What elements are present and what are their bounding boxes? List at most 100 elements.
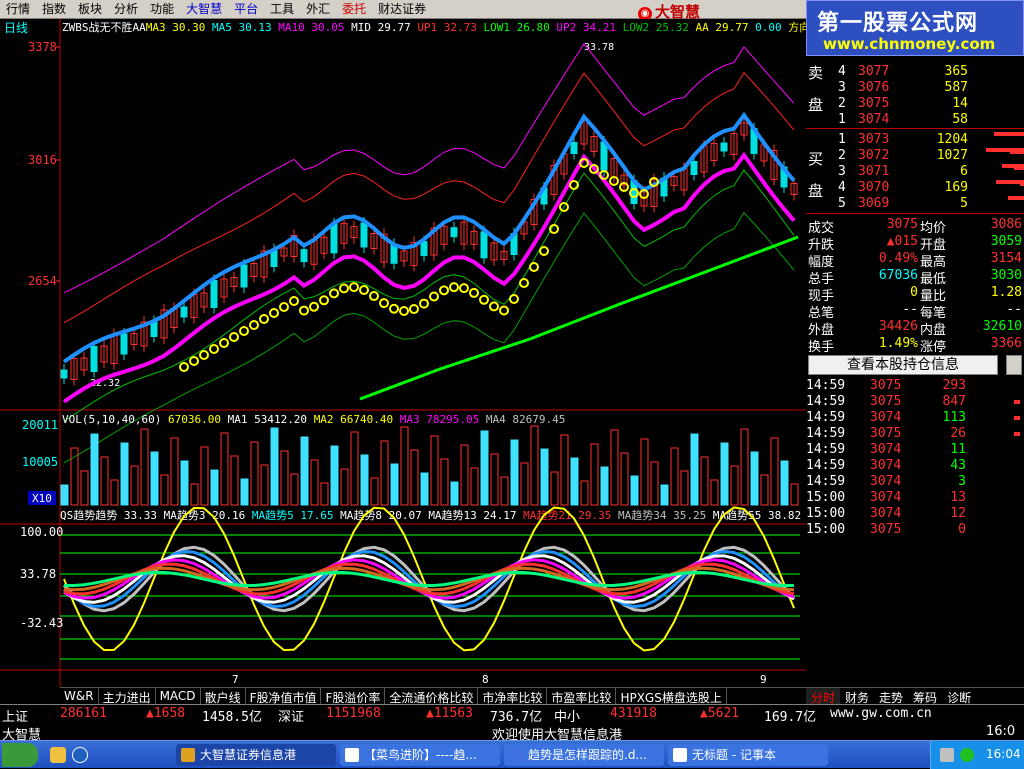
indicator-tab[interactable]: 主力进出 bbox=[99, 688, 156, 705]
kline-chart-area[interactable]: 日线 ZWBS战无不胜AAMA3 30.30 MA5 30.13 MA10 30.… bbox=[0, 19, 806, 687]
menu-1[interactable]: 指数 bbox=[36, 0, 72, 18]
indicator-tab[interactable]: 散户线 bbox=[201, 688, 246, 705]
indicator-tab[interactable]: 全流通价格比较 bbox=[385, 688, 479, 705]
right-tab[interactable]: 财务 bbox=[840, 688, 874, 705]
tick-row: 14:59 3074 3 bbox=[806, 474, 1024, 490]
tick-time: 14:59 bbox=[806, 410, 846, 425]
status-zx-change: ▲5621 bbox=[700, 706, 740, 721]
menu-3[interactable]: 分析 bbox=[108, 0, 144, 18]
taskbar-window[interactable]: 大智慧证券信息港 bbox=[176, 744, 336, 766]
indicator-tab[interactable]: 市盈率比较 bbox=[547, 688, 617, 705]
bid-volume: 1204 bbox=[936, 132, 968, 147]
holdings-button[interactable]: 查看本股持仓信息 bbox=[808, 355, 998, 375]
quick-launch-icon[interactable] bbox=[72, 747, 88, 763]
tick-volume: 113 bbox=[942, 410, 966, 425]
cell: 67036 bbox=[878, 268, 918, 283]
indicator-tab[interactable]: MACD bbox=[156, 688, 201, 704]
indicator-tab[interactable]: HPXGS横盘选股上 bbox=[616, 688, 727, 705]
right-tab[interactable]: 诊断 bbox=[942, 688, 976, 705]
right-tab[interactable]: 筹码 bbox=[908, 688, 942, 705]
menu-0[interactable]: 行情 bbox=[0, 0, 36, 18]
price-tick: 2654 bbox=[28, 274, 57, 288]
main-indicator-item: UP1 bbox=[417, 21, 437, 34]
taskbar-clock[interactable]: 16:04 bbox=[986, 747, 1021, 761]
cell: 3 bbox=[838, 164, 846, 179]
start-button[interactable] bbox=[2, 743, 38, 767]
tick-price: 3074 bbox=[870, 490, 902, 505]
taskbar-window[interactable]: 【菜鸟进阶】----趋... bbox=[340, 744, 500, 766]
tick-row: 14:59 3074 43 bbox=[806, 458, 1024, 474]
taskbar-window[interactable]: 趋势是怎样跟踪的.d... bbox=[504, 744, 664, 766]
bid-price: 3071 bbox=[858, 164, 890, 179]
main-indicator-item: MA5 bbox=[212, 21, 232, 34]
tray-icon[interactable] bbox=[940, 748, 954, 762]
taskbar-window-title: 大智慧证券信息港 bbox=[200, 748, 297, 762]
quote-stat: 现手 0 量比 1.28 bbox=[806, 285, 1024, 304]
main-indicator-value: 30.05 bbox=[305, 21, 351, 34]
tick-volume: 0 bbox=[958, 522, 966, 537]
cell: 5 bbox=[838, 196, 846, 211]
price-high-annotation: 33.78 bbox=[584, 42, 614, 53]
cell: 3154 bbox=[990, 251, 1022, 266]
taskbar-window-title: 趋势是怎样跟踪的.d... bbox=[528, 748, 647, 762]
cell: -- bbox=[902, 302, 918, 317]
cell: 3366 bbox=[990, 336, 1022, 351]
tick-volume: 3 bbox=[958, 474, 966, 489]
main-indicator-value: 34.21 bbox=[576, 21, 622, 34]
indicator-tab[interactable]: F股净值市值 bbox=[246, 688, 322, 705]
right-tab[interactable]: 分时 bbox=[806, 688, 841, 705]
menu-9[interactable]: 委托 bbox=[336, 0, 372, 18]
taskbar-window-title: 【菜鸟进阶】----趋... bbox=[364, 748, 477, 762]
qs-tick: 33.78 bbox=[20, 567, 56, 581]
depth-bar bbox=[994, 132, 1024, 136]
menu-5[interactable]: 大智慧 bbox=[180, 0, 228, 18]
cell: 3059 bbox=[990, 234, 1022, 249]
windows-taskbar: 大智慧证券信息港 【菜鸟进阶】----趋... 趋势是怎样跟踪的.d... 无标题 -… bbox=[0, 740, 1024, 769]
indicator-tab[interactable]: W&R bbox=[60, 688, 99, 704]
main-indicator-value: 32.73 bbox=[437, 21, 483, 34]
qs-tick: -32.43 bbox=[20, 616, 63, 630]
stats-divider bbox=[806, 213, 1024, 214]
tick-row: 15:00 3074 12 bbox=[806, 506, 1024, 522]
menu-8[interactable]: 外汇 bbox=[300, 0, 336, 18]
tick-row: 14:59 3075 293 bbox=[806, 378, 1024, 394]
tick-price: 3074 bbox=[870, 474, 902, 489]
menu-2[interactable]: 板块 bbox=[72, 0, 108, 18]
cell: 涨停 bbox=[920, 340, 947, 355]
bid-level: 4 3070 169 bbox=[806, 180, 1024, 196]
holdings-scroll-icon[interactable] bbox=[1006, 355, 1022, 375]
main-indicator-value: 0.00 bbox=[755, 21, 788, 34]
menu-7[interactable]: 工具 bbox=[264, 0, 300, 18]
volume-tick: 20011 bbox=[22, 418, 58, 432]
indicator-tab[interactable]: F股溢价率 bbox=[321, 688, 386, 705]
tick-volume: 12 bbox=[950, 506, 966, 521]
cell: 4 bbox=[838, 64, 846, 79]
quote-panel: 卖盘 4 3077 365 3 3076 587 2 3075 14 1 3074 58 买盘 1 3073 1… bbox=[806, 56, 1024, 687]
right-tab[interactable]: 走势 bbox=[874, 688, 908, 705]
kline-chart-svg[interactable]: 日线 ZWBS战无不胜AAMA3 30.30 MA5 30.13 MA10 30.… bbox=[0, 19, 806, 687]
menu-6[interactable]: 平台 bbox=[228, 0, 264, 18]
taskbar-window[interactable]: 无标题 - 记事本 bbox=[668, 744, 828, 766]
depth-bar bbox=[1002, 164, 1024, 168]
cell: 3075 bbox=[886, 217, 918, 232]
tick-time: 15:00 bbox=[806, 490, 846, 505]
ask-level: 1 3074 58 bbox=[806, 112, 1024, 128]
tray-icon[interactable] bbox=[960, 748, 974, 762]
main-indicator-item: 方向线 bbox=[788, 20, 806, 34]
quick-launch-icon[interactable] bbox=[50, 747, 66, 763]
cell: 1.49% bbox=[878, 336, 918, 351]
ask-volume: 587 bbox=[944, 80, 968, 95]
tick-time: 14:59 bbox=[806, 458, 846, 473]
status-sz-index: 1151968 bbox=[326, 706, 381, 721]
menu-10[interactable]: 财达证券 bbox=[372, 0, 432, 18]
main-indicator-header: ZWBS战无不胜AAMA3 30.30 MA5 30.13 MA10 30.05… bbox=[62, 20, 806, 34]
cell: 32610 bbox=[982, 319, 1022, 334]
volume-header: VOL(5,10,40,60) 67036.00 MA1 53412.20 MA… bbox=[62, 413, 565, 426]
quote-stat: 总笔 -- 每笔 -- bbox=[806, 302, 1024, 321]
menu-4[interactable]: 功能 bbox=[144, 0, 180, 18]
watermark-title: 第一股票公式网 bbox=[817, 11, 979, 36]
cell: 0 bbox=[910, 285, 918, 300]
bid-price: 3070 bbox=[858, 180, 890, 195]
x-tick: 8 bbox=[482, 673, 489, 686]
indicator-tab[interactable]: 市净率比较 bbox=[478, 688, 548, 705]
